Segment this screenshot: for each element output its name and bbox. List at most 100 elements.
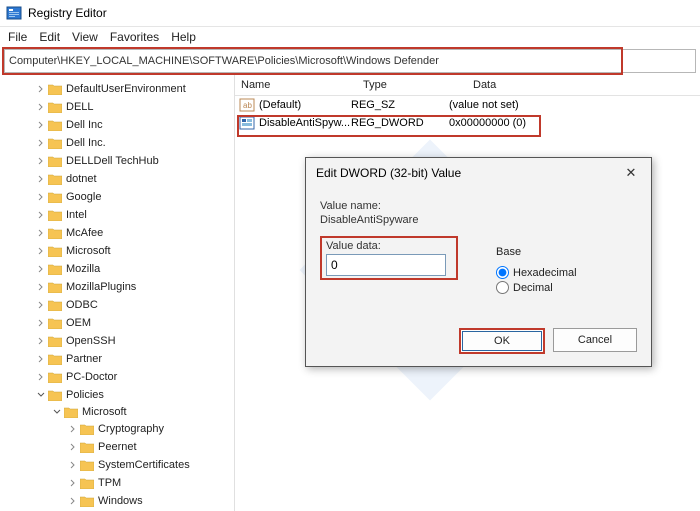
value-type-icon	[239, 115, 255, 131]
chevron-right-icon	[34, 154, 48, 168]
folder-icon	[80, 423, 94, 435]
chevron-right-icon	[34, 352, 48, 366]
chevron-right-icon	[34, 172, 48, 186]
radio-hexadecimal-input[interactable]	[496, 266, 509, 279]
folder-icon	[48, 101, 62, 113]
dialog-title: Edit DWORD (32-bit) Value	[316, 166, 461, 180]
tree-item-label: Mozilla	[66, 263, 100, 275]
tree-item[interactable]: Dell Inc	[34, 116, 234, 134]
tree-item[interactable]: DELL	[34, 98, 234, 116]
close-icon[interactable]: ✕	[621, 165, 641, 181]
dialog-titlebar: Edit DWORD (32-bit) Value ✕	[306, 158, 651, 188]
tree-pane[interactable]: DefaultUserEnvironment DELL Dell Inc Dell I…	[0, 75, 235, 511]
radio-decimal[interactable]: Decimal	[496, 281, 577, 294]
chevron-right-icon	[66, 476, 80, 490]
tree-item[interactable]: SystemCertificates	[66, 456, 234, 474]
tree-item-microsoft[interactable]: MicrosoftCryptographyPeernetSystemCertif…	[50, 403, 234, 511]
tree-item[interactable]: PC-Doctor	[34, 368, 234, 386]
list-row[interactable]: ab(Default)REG_SZ(value not set)	[235, 96, 700, 114]
list-header: Name Type Data	[235, 75, 700, 96]
tree-item-label: Peernet	[98, 441, 137, 453]
edit-dword-dialog: Edit DWORD (32-bit) Value ✕ Value name: …	[305, 157, 652, 367]
chevron-right-icon	[34, 82, 48, 96]
tree-item-label: PC-Doctor	[66, 371, 117, 383]
tree-item[interactable]: Google	[34, 188, 234, 206]
tree-item-label: McAfee	[66, 227, 103, 239]
ok-button[interactable]: OK	[459, 328, 545, 354]
col-name[interactable]: Name	[235, 79, 357, 91]
tree-item-label: OEM	[66, 317, 91, 329]
folder-icon	[80, 441, 94, 453]
radio-decimal-input[interactable]	[496, 281, 509, 294]
tree-item-policies[interactable]: PoliciesMicrosoftCryptographyPeernetSyst…	[34, 386, 234, 511]
folder-icon	[48, 119, 62, 131]
tree-item[interactable]: Cryptography	[66, 420, 234, 438]
folder-icon	[48, 353, 62, 365]
tree-item[interactable]: Intel	[34, 206, 234, 224]
menu-favorites[interactable]: Favorites	[110, 30, 159, 44]
tree-item[interactable]: OEM	[34, 314, 234, 332]
tree-item[interactable]: ODBC	[34, 296, 234, 314]
tree-item[interactable]: MozillaPlugins	[34, 278, 234, 296]
col-type[interactable]: Type	[357, 79, 467, 91]
tree-item[interactable]: Mozilla	[34, 260, 234, 278]
chevron-right-icon	[34, 118, 48, 132]
tree-item-label: DefaultUserEnvironment	[66, 83, 186, 95]
tree-item-label: DELL	[66, 101, 94, 113]
chevron-right-icon	[34, 208, 48, 222]
value-type: REG_SZ	[351, 99, 449, 111]
tree-item[interactable]: TPM	[66, 474, 234, 492]
highlight-value-data: Value data:	[320, 236, 458, 280]
tree-item-label: Microsoft	[66, 245, 111, 257]
tree-item[interactable]: Partner	[34, 350, 234, 368]
folder-icon	[48, 155, 62, 167]
tree-item-label: Google	[66, 191, 101, 203]
tree-item-label: OpenSSH	[66, 335, 116, 347]
folder-icon	[48, 137, 62, 149]
tree-item[interactable]: Microsoft	[34, 242, 234, 260]
menu-help[interactable]: Help	[171, 30, 196, 44]
folder-icon	[80, 495, 94, 507]
tree-item[interactable]: McAfee	[34, 224, 234, 242]
tree-item[interactable]: dotnet	[34, 170, 234, 188]
value-type-icon: ab	[239, 97, 255, 113]
folder-icon	[48, 335, 62, 347]
chevron-down-icon	[50, 405, 64, 419]
address-bar[interactable]: Computer\HKEY_LOCAL_MACHINE\SOFTWARE\Pol…	[4, 49, 696, 73]
chevron-right-icon	[34, 298, 48, 312]
list-row[interactable]: DisableAntiSpyw...REG_DWORD0x00000000 (0…	[235, 114, 700, 132]
folder-icon	[64, 406, 78, 418]
tree-item-label: ODBC	[66, 299, 98, 311]
tree-item-label: Partner	[66, 353, 102, 365]
value-name: DisableAntiSpyw...	[259, 117, 351, 129]
regedit-icon	[6, 5, 22, 21]
tree-item[interactable]: DefaultUserEnvironment	[34, 80, 234, 98]
tree-item-label: Dell Inc	[66, 119, 103, 131]
chevron-right-icon	[34, 316, 48, 330]
folder-icon	[48, 173, 62, 185]
tree-item[interactable]: Windows	[66, 492, 234, 510]
menu-view[interactable]: View	[72, 30, 98, 44]
col-data[interactable]: Data	[467, 79, 700, 91]
value-data: 0x00000000 (0)	[449, 117, 700, 129]
menu-edit[interactable]: Edit	[39, 30, 60, 44]
chevron-down-icon	[34, 388, 48, 402]
folder-icon	[48, 317, 62, 329]
tree-item-label: Intel	[66, 209, 87, 221]
folder-icon	[48, 245, 62, 257]
menu-file[interactable]: File	[8, 30, 27, 44]
window-title: Registry Editor	[28, 6, 107, 20]
value-data-input[interactable]	[326, 254, 446, 276]
tree-item[interactable]: OpenSSH	[34, 332, 234, 350]
base-group: Base Hexadecimal Decimal	[496, 246, 577, 296]
tree-item[interactable]: Dell Inc.	[34, 134, 234, 152]
tree-item[interactable]: DELLDell TechHub	[34, 152, 234, 170]
folder-icon	[48, 191, 62, 203]
chevron-right-icon	[34, 262, 48, 276]
chevron-right-icon	[34, 334, 48, 348]
radio-hexadecimal[interactable]: Hexadecimal	[496, 266, 577, 279]
cancel-button[interactable]: Cancel	[553, 328, 637, 352]
tree-item[interactable]: Peernet	[66, 438, 234, 456]
chevron-right-icon	[34, 190, 48, 204]
chevron-right-icon	[66, 440, 80, 454]
